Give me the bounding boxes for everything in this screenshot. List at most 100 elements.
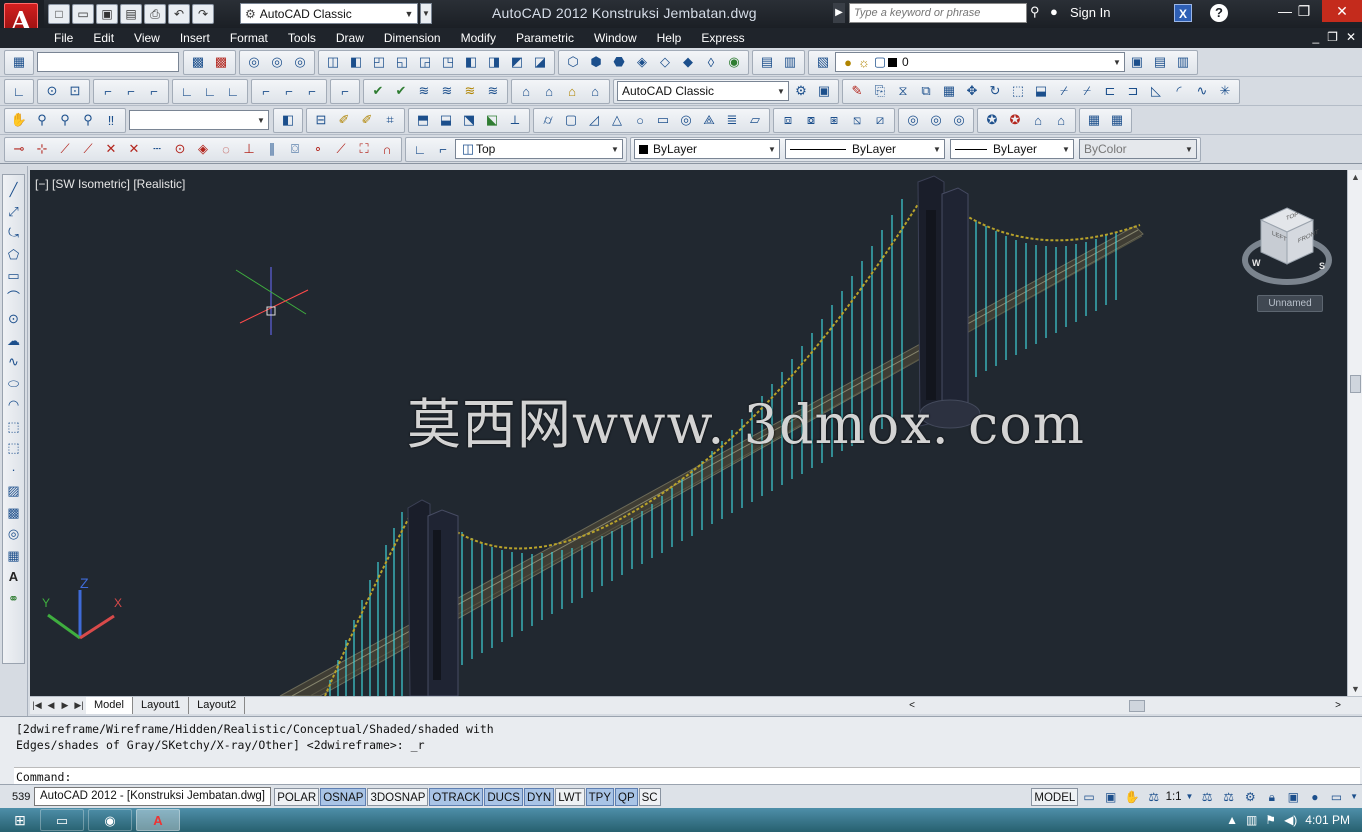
chevron-down-icon[interactable]: ▼ (1348, 788, 1360, 806)
cylinder-icon[interactable]: ⌭ (537, 110, 559, 131)
clock[interactable]: 4:01 PM (1305, 813, 1350, 827)
close-icon[interactable]: ✕ (1322, 0, 1362, 22)
sign-in[interactable]: ⚲ ● Sign In ▼ (1030, 4, 1183, 20)
clean-screen-icon[interactable]: ▭ (1327, 788, 1347, 806)
scroll-right-icon[interactable]: > (1331, 700, 1345, 711)
isolate-objects-icon[interactable]: ● (1305, 788, 1325, 806)
separate-icon[interactable]: ⟂ (504, 110, 526, 131)
extend-icon[interactable]: ⌿ (1076, 81, 1098, 102)
offset-faces-icon[interactable]: ⬔ (458, 110, 480, 131)
shaded-icon[interactable]: ◆ (677, 52, 699, 73)
ucs-world-icon[interactable]: ⌐ (97, 81, 119, 102)
chamfer-icon[interactable]: ◺ (1145, 81, 1167, 102)
annotation-scale-value[interactable]: 1:1 (1166, 791, 1182, 803)
pan-icon[interactable]: ✋ (8, 110, 30, 131)
toggle-dyn[interactable]: DYN (523, 787, 555, 806)
orbit-icon[interactable]: ◎ (243, 52, 265, 73)
quick-select-icon[interactable]: ▩ (187, 52, 209, 73)
compass-s-label[interactable]: S (1319, 261, 1325, 271)
workspace-save-icon[interactable]: ▣ (813, 81, 835, 102)
ellipse-arc-icon[interactable]: ◠ (4, 394, 24, 416)
snap-from-icon[interactable]: ⊹ (31, 139, 53, 160)
last-tab-icon[interactable]: ▶| (72, 700, 86, 711)
layer-match-icon[interactable]: ✔ (367, 81, 389, 102)
tab-model[interactable]: Model (86, 697, 133, 714)
vertical-scrollbar[interactable]: ▲ ▼ (1347, 170, 1362, 696)
network-icon[interactable]: ▥ (1246, 813, 1257, 827)
presspull-icon[interactable]: ◱ (391, 52, 413, 73)
render-icon[interactable]: ◉ (723, 52, 745, 73)
layer-walk-icon[interactable]: ⌂ (515, 81, 537, 102)
next-tab-icon[interactable]: ▶ (58, 700, 72, 711)
toggle-qp[interactable]: QP (615, 787, 638, 806)
steering-wheel-icon[interactable]: ✪ (981, 110, 1003, 131)
toggle-tpy[interactable]: TPY (585, 787, 615, 806)
quick-view-drawings-icon[interactable]: ▣ (1101, 788, 1121, 806)
zoom-window-icon[interactable]: ⚲ (54, 110, 76, 131)
exchange-icon[interactable]: X (1174, 4, 1192, 22)
table-icon[interactable]: ▦ (1083, 110, 1105, 131)
toggle-polar[interactable]: POLAR (274, 787, 320, 806)
highlight-icon[interactable]: ✐ (333, 110, 355, 131)
color-combo[interactable]: ByLayer ▼ (634, 139, 780, 159)
scroll-up-icon[interactable]: ▲ (1348, 172, 1362, 182)
workspace-settings-icon[interactable]: ⚙ (790, 81, 812, 102)
ucs-x-icon[interactable]: ⌐ (255, 81, 277, 102)
layer-states-icon[interactable]: ▤ (756, 52, 778, 73)
layer-previous-icon[interactable]: ▤ (1149, 52, 1171, 73)
join-icon[interactable]: ⊐ (1122, 81, 1144, 102)
snap-extension-icon[interactable]: ┄ (146, 139, 168, 160)
revision-cloud-icon[interactable]: ☁ (4, 330, 24, 352)
snap-nearest-icon[interactable]: ⟋ (330, 139, 352, 160)
hatch-icon[interactable]: ▨ (4, 480, 24, 502)
viewport-controls-label[interactable]: [−] [SW Isometric] [Realistic] (35, 177, 185, 191)
new-file-icon[interactable]: □ (48, 4, 70, 24)
expand-search-icon[interactable]: ▶ (833, 3, 845, 23)
autocad-taskbar-icon[interactable]: A (136, 809, 180, 831)
menu-parametric[interactable]: Parametric (506, 31, 584, 45)
box-solid-icon[interactable]: ▢ (560, 110, 582, 131)
toggle-ducs[interactable]: DUCS (484, 787, 523, 806)
horizontal-scrollbar[interactable]: < > (905, 697, 1345, 713)
pan-status-icon[interactable]: ✋ (1122, 788, 1142, 806)
array-icon[interactable]: ▦ (938, 81, 960, 102)
linetype-combo[interactable]: ByLayer ▼ (785, 139, 945, 159)
grip-icon[interactable]: ⌗ (379, 110, 401, 131)
move-icon[interactable]: ✥ (961, 81, 983, 102)
continuous-orbit-icon[interactable]: ◎ (289, 52, 311, 73)
properties-icon[interactable]: ‼ (100, 110, 122, 131)
point-icon[interactable]: · (4, 459, 24, 481)
conceptual-icon[interactable]: ◈ (631, 52, 653, 73)
snap-midpoint-icon[interactable]: ⟋ (77, 139, 99, 160)
break-icon[interactable]: ⊏ (1099, 81, 1121, 102)
restore-icon[interactable]: ❐ (1284, 0, 1324, 22)
walk-icon[interactable]: ⌂ (1027, 110, 1049, 131)
snap-perpendicular-icon[interactable]: ⊥ (238, 139, 260, 160)
polysolid-icon[interactable]: ◫ (322, 52, 344, 73)
menu-tools[interactable]: Tools (278, 31, 326, 45)
named-view-combo[interactable] (37, 52, 179, 72)
union-icon[interactable]: ◨ (483, 52, 505, 73)
layer-unlock-icon[interactable]: ≋ (482, 81, 504, 102)
layer-properties-icon[interactable]: ▦ (8, 52, 30, 73)
search-input[interactable] (849, 3, 1027, 23)
layer-freeze-icon[interactable]: ≋ (436, 81, 458, 102)
ucs-icon[interactable]: ∟ (8, 81, 30, 102)
command-input[interactable]: Command: (14, 767, 1360, 785)
help-icon[interactable]: ? (1210, 4, 1228, 22)
prev-tab-icon[interactable]: ◀ (44, 700, 58, 711)
snap-endpoint-icon[interactable]: ⟋ (54, 139, 76, 160)
distance-icon[interactable]: ⊙ (41, 81, 63, 102)
layer-lock-icon[interactable]: ≋ (459, 81, 481, 102)
xray-icon[interactable]: ◊ (700, 52, 722, 73)
workspace-switch-icon[interactable]: ⚙ (1240, 788, 1260, 806)
menu-help[interactable]: Help (647, 31, 692, 45)
layer-manager-icon[interactable]: ▧ (812, 52, 834, 73)
snap-apparent-icon[interactable]: ✕ (123, 139, 145, 160)
annotation-visibility-icon[interactable]: ⚖ (1197, 788, 1217, 806)
explode-icon[interactable]: ✳ (1214, 81, 1236, 102)
view-combo[interactable]: ▼ (129, 110, 269, 130)
copy-icon[interactable]: ⎘ (869, 81, 891, 102)
ucs-zaxis-icon[interactable]: ∟ (199, 81, 221, 102)
menu-edit[interactable]: Edit (83, 31, 124, 45)
